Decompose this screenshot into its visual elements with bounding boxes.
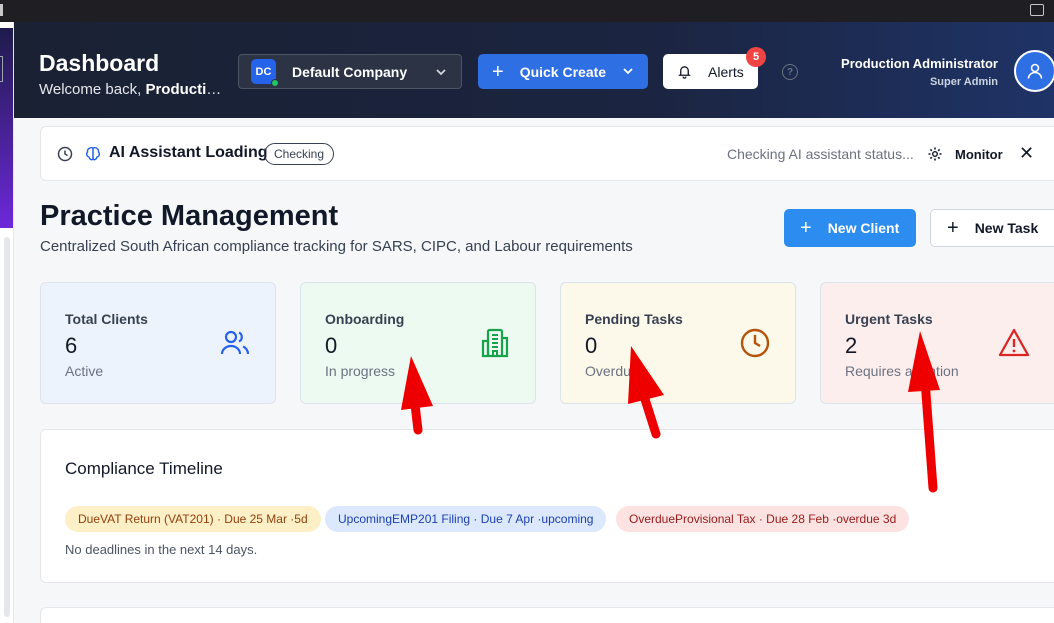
user-icon: [1027, 63, 1043, 79]
user-role: Super Admin: [929, 76, 998, 88]
page-title: Dashboard: [39, 50, 160, 76]
ai-assistant-banner: AI Assistant Loading Checking Checking A…: [40, 126, 1054, 181]
alerts-button[interactable]: Alerts 5: [663, 47, 766, 89]
left-sidebar: [0, 22, 14, 623]
stat-caption: Overdue: [585, 363, 639, 379]
next-panel: [40, 607, 1054, 623]
stat-card-urgent-tasks[interactable]: Urgent Tasks 2 Requires attention: [820, 282, 1054, 404]
plus-icon: +: [947, 217, 959, 239]
stat-card-onboarding[interactable]: Onboarding 0 In progress: [300, 282, 536, 404]
stat-caption: Active: [65, 363, 104, 379]
new-task-button[interactable]: + New Task: [930, 209, 1054, 247]
quick-create-label: Quick Create: [519, 63, 607, 80]
welcome-message: Welcome back, Productio…: [39, 81, 229, 98]
ai-status-text: Checking AI assistant status...: [727, 146, 914, 162]
stat-value: 6: [65, 333, 78, 358]
users-icon: [220, 330, 250, 355]
stat-label: Onboarding: [325, 311, 405, 327]
section-subtitle: Centralized South African compliance tra…: [40, 238, 633, 255]
plus-icon: +: [492, 60, 504, 83]
welcome-name: Productio: [145, 81, 216, 98]
deadline-chip-upcoming[interactable]: UpcomingEMP201 Filing · Due 7 Apr ·upcom…: [325, 506, 607, 532]
stat-caption: Requires attention: [845, 363, 959, 379]
alerts-label: Alerts: [708, 63, 744, 80]
bell-icon: [678, 66, 691, 79]
stat-card-total-clients[interactable]: Total Clients 6 Active: [40, 282, 276, 404]
sidebar-scrollbar[interactable]: [4, 237, 10, 617]
deadline-chip-overdue[interactable]: OverdueProvisional Tax · Due 28 Feb ·ove…: [616, 506, 910, 532]
alerts-count-badge: 5: [746, 47, 766, 67]
welcome-prefix: Welcome back,: [39, 81, 146, 98]
browser-top-bar: [0, 0, 1054, 22]
section-title: Practice Management: [40, 200, 339, 232]
chevron-down-icon: [436, 69, 446, 76]
stat-label: Total Clients: [65, 311, 148, 327]
stat-value: 0: [325, 333, 338, 358]
gear-icon[interactable]: [927, 146, 943, 162]
stat-value: 0: [585, 333, 598, 358]
stat-label: Urgent Tasks: [845, 311, 933, 327]
compliance-timeline-card: Compliance Timeline DueVAT Return (VAT20…: [40, 429, 1054, 583]
ai-assistant-title: AI Assistant Loading: [109, 144, 268, 161]
plus-icon: +: [800, 217, 812, 239]
stat-value: 2: [845, 333, 858, 358]
clock-icon: [57, 146, 73, 162]
timeline-title: Compliance Timeline: [65, 459, 223, 478]
deadline-chip-due[interactable]: DueVAT Return (VAT201) · Due 25 Mar ·5d: [65, 506, 321, 532]
new-client-label: New Client: [827, 220, 900, 236]
brain-icon: [85, 147, 101, 161]
company-name: Default Company: [292, 63, 408, 80]
top-header: Dashboard Welcome back, Productio… DC De…: [14, 22, 1054, 118]
company-selector[interactable]: DC Default Company: [238, 54, 462, 89]
alert-triangle-icon: [998, 328, 1030, 357]
company-avatar: DC: [251, 59, 279, 87]
stat-card-pending-tasks[interactable]: Pending Tasks 0 Overdue: [560, 282, 796, 404]
monitor-button[interactable]: Monitor: [955, 147, 1003, 162]
clock-icon: [740, 328, 770, 358]
user-name: Production Administrator: [841, 56, 998, 71]
company-initials: DC: [255, 65, 272, 78]
close-icon[interactable]: ✕: [1019, 143, 1034, 164]
user-avatar[interactable]: [1014, 50, 1054, 92]
new-task-label: New Task: [974, 220, 1039, 236]
browser-edge-mark: [0, 4, 3, 16]
stat-caption: In progress: [325, 363, 396, 379]
chevron-down-icon: [623, 68, 633, 75]
new-client-button[interactable]: + New Client: [784, 209, 916, 247]
quick-create-button[interactable]: + Quick Create: [478, 54, 648, 89]
sidebar-collapse-handle[interactable]: [0, 56, 3, 82]
building-icon: [481, 328, 509, 358]
help-icon[interactable]: ?: [782, 64, 798, 80]
ai-status-chip: Checking: [264, 143, 335, 165]
timeline-empty-message: No deadlines in the next 14 days.: [65, 542, 258, 557]
window-icon[interactable]: [1030, 4, 1044, 16]
stat-label: Pending Tasks: [585, 311, 683, 327]
online-status-dot: [271, 79, 279, 87]
